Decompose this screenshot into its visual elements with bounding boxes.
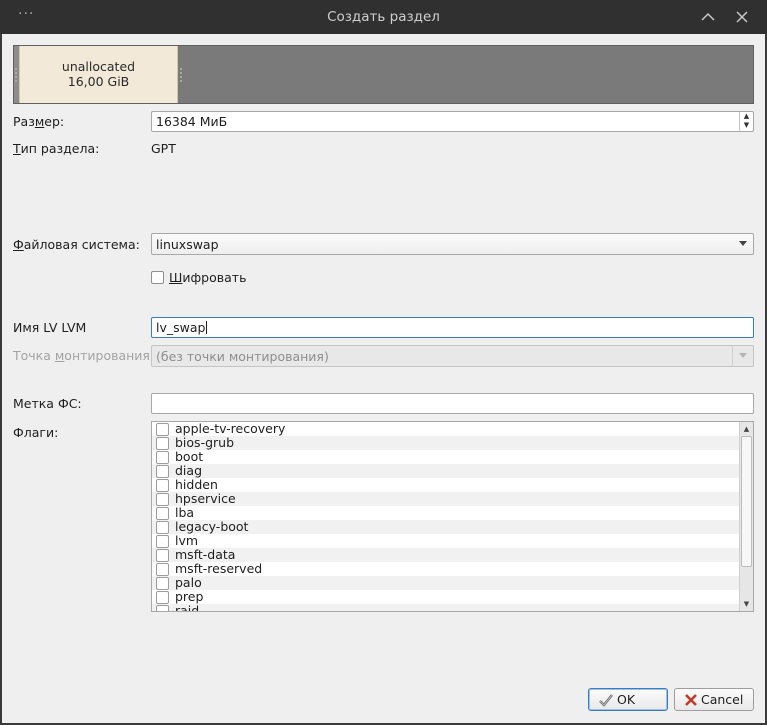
flag-name: msft-reserved — [175, 561, 263, 576]
flag-row[interactable]: hpservice — [152, 492, 739, 506]
dialog-body: unallocated 16,00 GiB Размер: 16384 МиБ … — [2, 34, 765, 723]
flag-name: apple-tv-recovery — [175, 421, 286, 436]
lvm-name-label: Имя LV LVM — [13, 320, 87, 335]
size-label: Размер: — [13, 114, 65, 129]
partition-type-label: Тип раздела: — [13, 141, 100, 156]
flag-row[interactable]: msft-data — [152, 548, 739, 562]
mountpoint-value: (без точки монтирования) — [156, 349, 329, 364]
flag-row[interactable]: legacy-boot — [152, 520, 739, 534]
fs-label-input[interactable] — [151, 393, 754, 414]
flag-checkbox[interactable] — [156, 423, 169, 436]
size-spin-buttons[interactable]: ▲ ▼ — [739, 112, 753, 131]
flag-checkbox[interactable] — [156, 563, 169, 576]
cancel-button[interactable]: Cancel — [674, 688, 754, 711]
flag-checkbox[interactable] — [156, 521, 169, 534]
flag-name: msft-data — [175, 547, 236, 562]
cancel-label: Cancel — [701, 692, 744, 707]
resize-handle-left[interactable] — [15, 68, 17, 82]
flag-row[interactable]: boot — [152, 450, 739, 464]
flag-row[interactable]: hidden — [152, 478, 739, 492]
chevron-up-icon — [701, 12, 715, 21]
encrypt-checkbox[interactable] — [151, 271, 164, 284]
check-icon — [598, 692, 614, 708]
scroll-down-icon[interactable]: ▼ — [740, 597, 753, 611]
cancel-x-icon — [683, 692, 699, 708]
flag-name: hpservice — [175, 491, 236, 506]
dropdown-arrow-icon — [739, 241, 747, 246]
partition-size: 16,00 GiB — [67, 74, 130, 89]
flag-checkbox[interactable] — [156, 437, 169, 450]
flag-row[interactable]: palo — [152, 576, 739, 590]
partition-name: unallocated — [61, 59, 136, 74]
flag-checkbox[interactable] — [156, 591, 169, 604]
flag-name: palo — [175, 575, 202, 590]
window-title: Создать раздел — [327, 9, 440, 25]
flag-name: hidden — [175, 477, 218, 492]
flag-name: boot — [175, 449, 204, 464]
close-button[interactable] — [733, 8, 751, 26]
flag-name: lvm — [175, 533, 199, 548]
flag-row[interactable]: apple-tv-recovery — [152, 422, 739, 436]
flag-checkbox[interactable] — [156, 549, 169, 562]
encrypt-label: Шифровать — [169, 270, 247, 285]
spin-down-icon[interactable]: ▼ — [740, 121, 753, 130]
flags-label: Флаги: — [13, 425, 59, 440]
filesystem-value: linuxswap — [156, 237, 219, 252]
close-icon — [736, 11, 748, 23]
scroll-thumb[interactable] — [741, 436, 752, 567]
scroll-up-icon[interactable]: ▲ — [740, 422, 753, 436]
flag-checkbox[interactable] — [156, 479, 169, 492]
flag-checkbox[interactable] — [156, 507, 169, 520]
partition-block[interactable]: unallocated 16,00 GiB — [19, 46, 178, 103]
lvm-name-input[interactable]: lv_swap — [151, 317, 754, 338]
mountpoint-select: (без точки монтирования) — [151, 345, 754, 367]
flag-checkbox[interactable] — [156, 577, 169, 590]
flag-checkbox[interactable] — [156, 535, 169, 548]
spin-up-icon[interactable]: ▲ — [740, 112, 753, 121]
filesystem-select[interactable]: linuxswap — [151, 233, 754, 255]
title-bar: ··· Создать раздел — [0, 0, 767, 34]
flag-row[interactable]: raid — [152, 603, 739, 612]
dropdown-arrow-icon — [739, 353, 747, 358]
flag-checkbox[interactable] — [156, 605, 169, 611]
mountpoint-label: Точка монтирования — [13, 348, 150, 363]
flag-name: prep — [175, 589, 204, 604]
size-value: 16384 МиБ — [156, 114, 228, 129]
flags-scrollbar[interactable]: ▲ ▼ — [739, 422, 753, 611]
encrypt-checkbox-row[interactable]: Шифровать — [151, 270, 246, 286]
ok-label: OK — [617, 692, 636, 707]
size-spinbox[interactable]: 16384 МиБ ▲ ▼ — [151, 111, 754, 132]
flag-row[interactable]: lvm — [152, 534, 739, 548]
lvm-name-value: lv_swap — [156, 320, 206, 335]
partition-graph[interactable]: unallocated 16,00 GiB — [13, 45, 754, 104]
flag-checkbox[interactable] — [156, 493, 169, 506]
minimize-button[interactable] — [699, 8, 717, 26]
flag-row[interactable]: lba — [152, 506, 739, 520]
flag-row[interactable]: prep — [152, 590, 739, 604]
flag-row[interactable]: diag — [152, 464, 739, 478]
flag-checkbox[interactable] — [156, 451, 169, 464]
fs-label-label: Метка ФС: — [13, 396, 82, 411]
flag-name: bios-grub — [175, 435, 235, 450]
flag-name: legacy-boot — [175, 519, 249, 534]
flag-row[interactable]: bios-grub — [152, 436, 739, 450]
flag-name: lba — [175, 505, 195, 520]
flag-name: diag — [175, 463, 203, 478]
resize-handle-right[interactable] — [180, 68, 182, 82]
filesystem-label: Файловая система: — [13, 237, 140, 252]
flags-items: apple-tv-recovery bios-grub boot diag hidden… — [152, 422, 739, 612]
partition-type-value: GPT — [151, 141, 176, 156]
combo-separator — [732, 346, 733, 366]
ok-button[interactable]: OK — [588, 688, 668, 711]
text-cursor — [206, 321, 208, 334]
flags-list[interactable]: apple-tv-recovery bios-grub boot diag hidden… — [151, 421, 754, 612]
flag-checkbox[interactable] — [156, 465, 169, 478]
flag-name: raid — [175, 603, 200, 612]
flag-row[interactable]: msft-reserved — [152, 562, 739, 576]
